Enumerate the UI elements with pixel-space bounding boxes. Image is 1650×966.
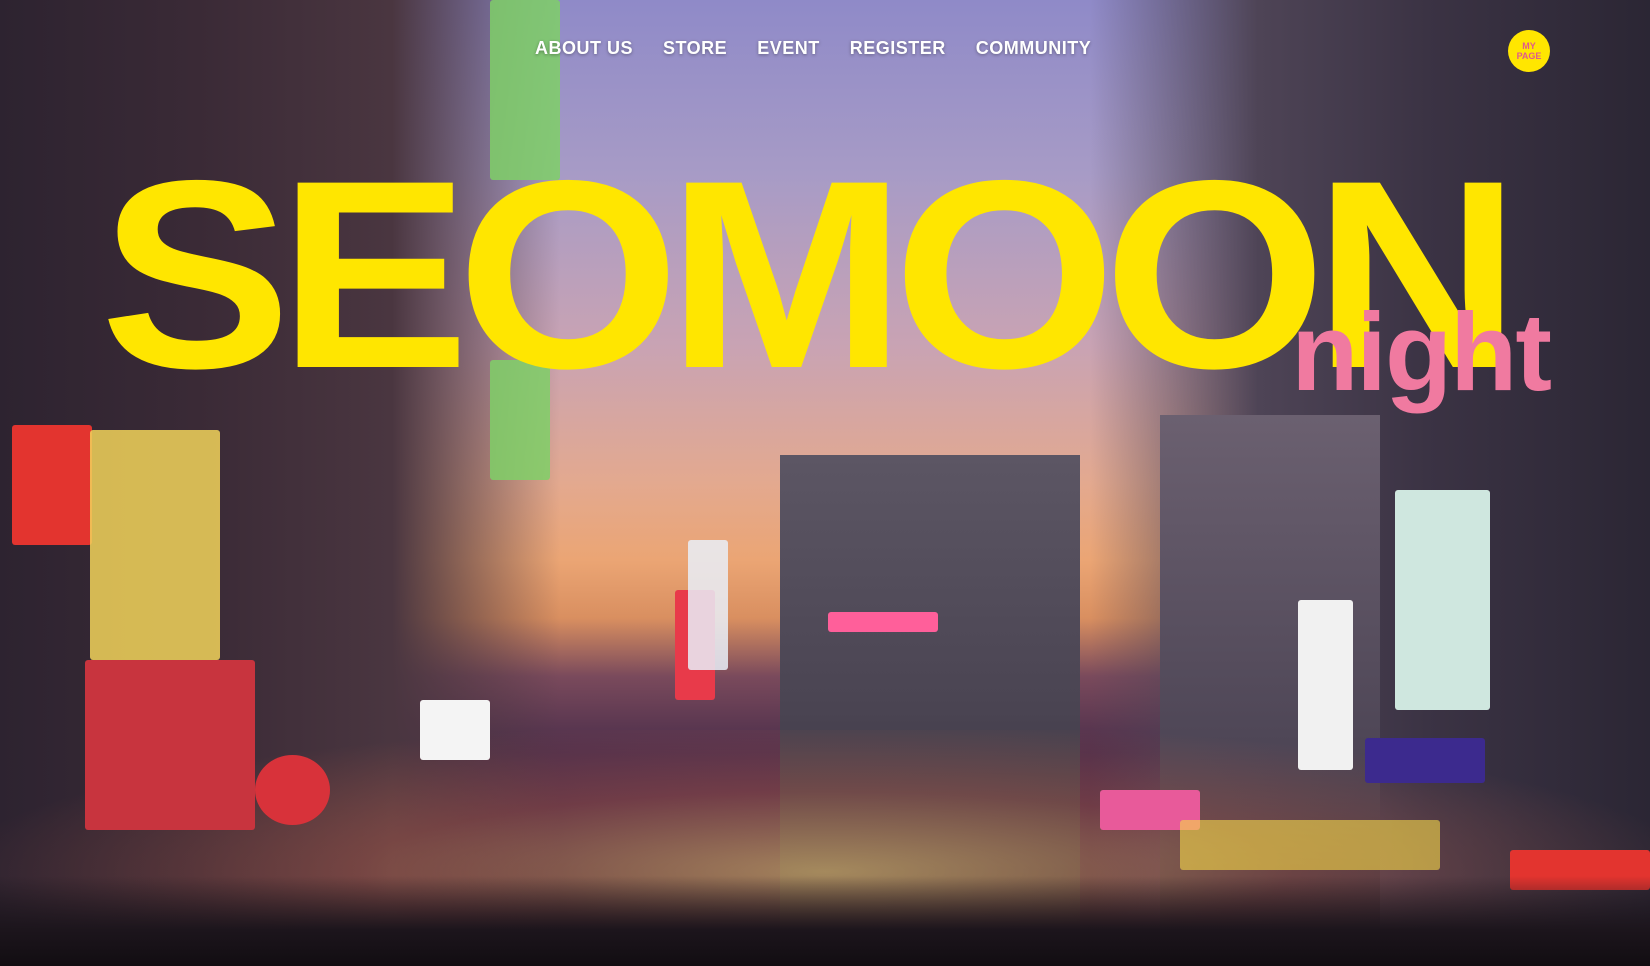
nav-register[interactable]: REGISTER (850, 38, 946, 59)
mypage-button[interactable]: MY PAGE (1508, 30, 1550, 72)
hero-subtitle: night (1291, 291, 1552, 414)
mypage-label: MY PAGE (1516, 41, 1542, 61)
neon-sign (255, 755, 330, 825)
nav-community[interactable]: COMMUNITY (976, 38, 1092, 59)
neon-sign (12, 425, 92, 545)
nav-store[interactable]: STORE (663, 38, 727, 59)
neon-sign (90, 430, 220, 660)
neon-sign (85, 660, 255, 830)
neon-sign (1365, 738, 1485, 783)
nav-event[interactable]: EVENT (757, 38, 820, 59)
main-nav: ABOUT US STORE EVENT REGISTER COMMUNITY (535, 38, 1091, 59)
hero-wordmark: SEOMOON night (100, 140, 1552, 408)
neon-sign (1180, 820, 1440, 870)
neon-sign (688, 540, 728, 670)
street-crowd (0, 876, 1650, 966)
neon-sign (1298, 600, 1353, 770)
nav-about-us[interactable]: ABOUT US (535, 38, 633, 59)
neon-sign (828, 612, 938, 632)
neon-sign (1395, 490, 1490, 710)
neon-sign (420, 700, 490, 760)
